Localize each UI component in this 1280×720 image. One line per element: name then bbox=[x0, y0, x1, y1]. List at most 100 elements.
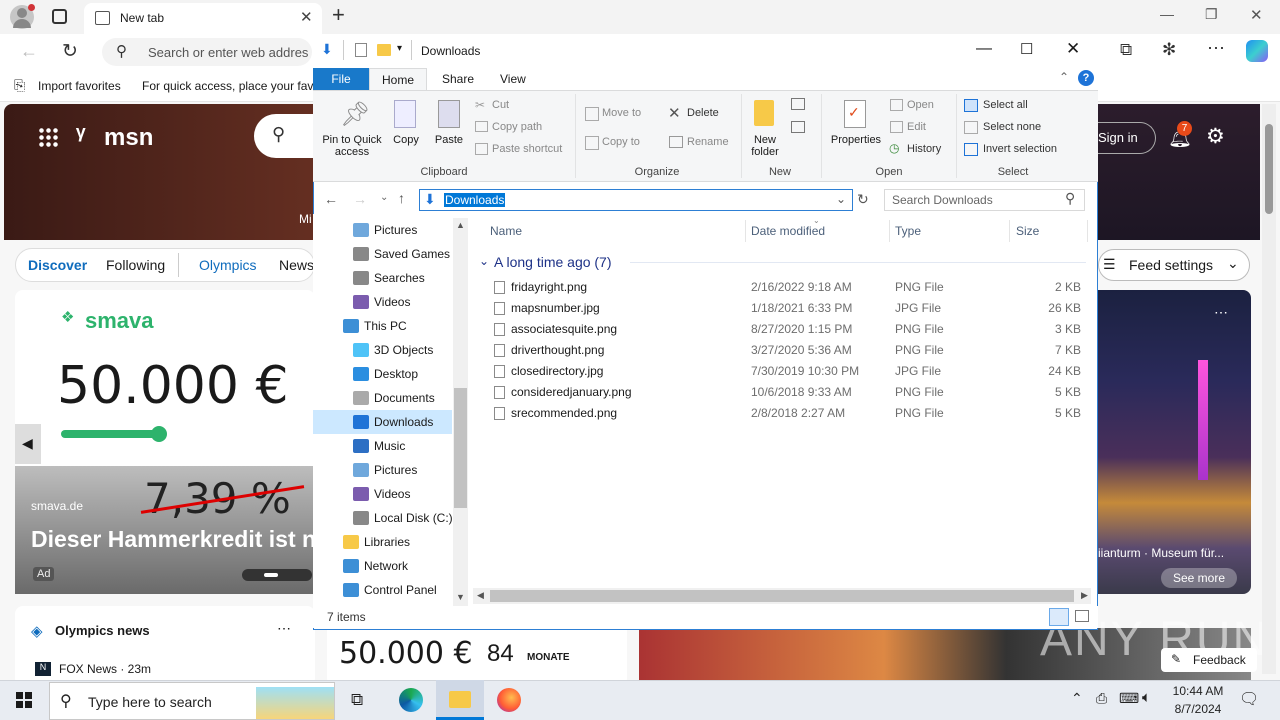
nav-item-music[interactable]: Music bbox=[313, 434, 452, 458]
history-button[interactable]: History bbox=[907, 143, 941, 155]
edit-button[interactable]: Edit bbox=[907, 121, 926, 133]
nav-scroll-thumb[interactable] bbox=[454, 388, 467, 508]
clock-date[interactable]: 8/7/2024 bbox=[1172, 702, 1224, 716]
tab-following[interactable]: Following bbox=[106, 257, 165, 273]
nav-item-downloads[interactable]: Downloads bbox=[313, 410, 452, 434]
explorer-search-box[interactable]: Search Downloads ⚲ bbox=[884, 189, 1085, 211]
profile-icon[interactable] bbox=[10, 4, 35, 29]
import-favorites-link[interactable]: Import favorites bbox=[38, 79, 121, 93]
cut-button[interactable]: Cut bbox=[492, 99, 509, 111]
file-row[interactable]: fridayright.png 2/16/2022 9:18 AM PNG File… bbox=[490, 277, 1086, 298]
nav-item-pictures[interactable]: Pictures bbox=[313, 218, 452, 242]
ad-headline[interactable]: Dieser Hammerkredit ist n bbox=[31, 526, 316, 553]
clock-time[interactable]: 10:44 AM bbox=[1172, 684, 1224, 698]
restore-browser-icon[interactable]: ❐ bbox=[1205, 6, 1218, 23]
close-browser-icon[interactable]: ✕ bbox=[1250, 6, 1263, 24]
move-to-button[interactable]: Move to bbox=[602, 107, 641, 119]
column-date-modified[interactable]: Date modified bbox=[751, 224, 825, 238]
taskbar-firefox[interactable] bbox=[485, 680, 533, 720]
up-folder-icon[interactable]: ↑ bbox=[398, 190, 405, 206]
tray-overflow-icon[interactable]: ⌃ bbox=[1071, 690, 1083, 707]
olympics-news-card[interactable]: ◈ Olympics news ⋯ N FOX News · 23m bbox=[15, 606, 315, 686]
file-row[interactable]: consideredjanuary.png 10/6/2018 9:33 AM PN… bbox=[490, 382, 1086, 403]
open-button[interactable]: Open bbox=[907, 99, 934, 111]
tab-discover[interactable]: Discover bbox=[28, 257, 87, 273]
copilot-icon[interactable] bbox=[1246, 40, 1268, 62]
nav-item-videos[interactable]: Videos bbox=[313, 290, 452, 314]
refresh-icon[interactable]: ↻ bbox=[62, 40, 78, 63]
extensions-icon[interactable]: ✻ bbox=[1162, 40, 1176, 60]
page-scrollbar[interactable] bbox=[1262, 104, 1276, 674]
nav-item-pictures[interactable]: Pictures bbox=[313, 458, 452, 482]
explorer-minimize-icon[interactable]: — bbox=[976, 40, 992, 58]
copy-button[interactable]: Copy bbox=[390, 134, 422, 146]
recent-locations-icon[interactable]: ⌄ bbox=[380, 192, 388, 203]
file-row[interactable]: driverthought.png 3/27/2020 5:36 AM PNG Fi… bbox=[490, 340, 1086, 361]
omnibox[interactable]: ⚲ Search or enter web addres bbox=[102, 38, 312, 66]
sign-in-button[interactable]: Sign in bbox=[1098, 122, 1156, 154]
horizontal-scrollbar[interactable]: ◀ ▶ bbox=[473, 588, 1091, 604]
details-view-icon[interactable] bbox=[1049, 608, 1069, 626]
file-row[interactable]: srecommended.png 2/8/2018 2:27 AM PNG File… bbox=[490, 403, 1086, 424]
path-text[interactable]: Downloads bbox=[444, 193, 506, 207]
nav-item-videos[interactable]: Videos bbox=[313, 482, 452, 506]
path-box[interactable]: ⬇ Downloads ⌄ bbox=[419, 189, 853, 211]
tab-news[interactable]: News bbox=[279, 257, 314, 273]
file-row[interactable]: closedirectory.jpg 7/30/2019 10:30 PM JPG … bbox=[490, 361, 1086, 382]
collections-icon[interactable]: ⧉ bbox=[1120, 40, 1132, 60]
tab-olympics[interactable]: Olympics bbox=[199, 257, 257, 273]
nav-item-this-pc[interactable]: This PC bbox=[313, 314, 452, 338]
card-more-icon[interactable]: ⋯ bbox=[1214, 304, 1228, 321]
new-tab-button[interactable]: + bbox=[332, 2, 345, 28]
column-type[interactable]: Type bbox=[895, 224, 921, 238]
nav-item-desktop[interactable]: Desktop bbox=[313, 362, 452, 386]
help-icon[interactable]: ? bbox=[1078, 70, 1094, 86]
tab-new-tab[interactable]: New tab ✕ bbox=[84, 3, 322, 34]
explorer-refresh-icon[interactable]: ↻ bbox=[857, 191, 869, 208]
file-row[interactable]: mapsnumber.jpg 1/18/2021 6:33 PM JPG File 2… bbox=[490, 298, 1086, 319]
pin-quick-access-button[interactable]: Pin to Quick access bbox=[318, 134, 386, 158]
properties-qat-icon[interactable] bbox=[355, 43, 367, 57]
invert-selection-button[interactable]: Invert selection bbox=[983, 143, 1057, 155]
delete-button[interactable]: Delete bbox=[687, 107, 719, 119]
properties-button[interactable]: Properties bbox=[826, 134, 886, 146]
start-button[interactable] bbox=[0, 680, 48, 720]
group-collapse-icon[interactable]: ⌄ bbox=[479, 254, 489, 268]
ad-prev-button[interactable]: ◀ bbox=[15, 424, 41, 464]
file-row[interactable]: associatesquite.png 8/27/2020 1:15 PM PNG … bbox=[490, 319, 1086, 340]
nav-item-documents[interactable]: Documents bbox=[313, 386, 452, 410]
workspaces-icon[interactable] bbox=[52, 9, 67, 24]
feed-settings-button[interactable]: ☰ Feed settings ⌄ bbox=[1098, 249, 1250, 281]
olympics-more-icon[interactable]: ⋯ bbox=[277, 620, 291, 637]
nav-pane-scrollbar[interactable]: ▲ ▼ bbox=[453, 218, 468, 608]
volume-icon[interactable]: 🔈︎ bbox=[1142, 689, 1151, 706]
path-dropdown-icon[interactable]: ⌄ bbox=[836, 192, 846, 206]
task-view-button[interactable]: ⧉ bbox=[336, 680, 384, 720]
close-tab-icon[interactable]: ✕ bbox=[300, 8, 313, 26]
carousel-dots[interactable] bbox=[242, 569, 312, 581]
new-item-icon[interactable] bbox=[791, 98, 805, 110]
ribbon-tab-file[interactable]: File bbox=[313, 68, 369, 90]
msn-search-box[interactable]: ⚲ bbox=[254, 114, 314, 158]
taskbar-edge[interactable] bbox=[386, 680, 434, 720]
nav-item-searches[interactable]: Searches bbox=[313, 266, 452, 290]
nav-item-saved-games[interactable]: Saved Games bbox=[313, 242, 452, 266]
select-all-button[interactable]: Select all bbox=[983, 99, 1028, 111]
paste-button[interactable]: Paste bbox=[432, 134, 466, 146]
apps-grid-icon[interactable] bbox=[38, 127, 58, 147]
column-size[interactable]: Size bbox=[1016, 224, 1039, 238]
ribbon-tab-home[interactable]: Home bbox=[369, 68, 427, 91]
notification-center-icon[interactable]: 🗨︎ bbox=[1239, 689, 1259, 709]
settings-more-icon[interactable]: ⋯ bbox=[1207, 38, 1225, 59]
network-icon[interactable]: ⌨ bbox=[1119, 690, 1139, 707]
taskbar-search[interactable]: ⚲ Type here to search bbox=[49, 682, 335, 720]
back-icon[interactable]: ← bbox=[20, 41, 38, 62]
nav-item-libraries[interactable]: Libraries bbox=[313, 530, 452, 554]
large-icons-view-icon[interactable] bbox=[1075, 610, 1089, 622]
minimize-browser-icon[interactable]: — bbox=[1160, 6, 1174, 22]
easy-access-icon[interactable] bbox=[791, 121, 805, 133]
nav-item-network[interactable]: Network bbox=[313, 554, 452, 578]
nav-item-control-panel[interactable]: Control Panel bbox=[313, 578, 452, 602]
rename-button[interactable]: Rename bbox=[687, 136, 729, 148]
ribbon-tab-share[interactable]: Share bbox=[442, 72, 474, 86]
